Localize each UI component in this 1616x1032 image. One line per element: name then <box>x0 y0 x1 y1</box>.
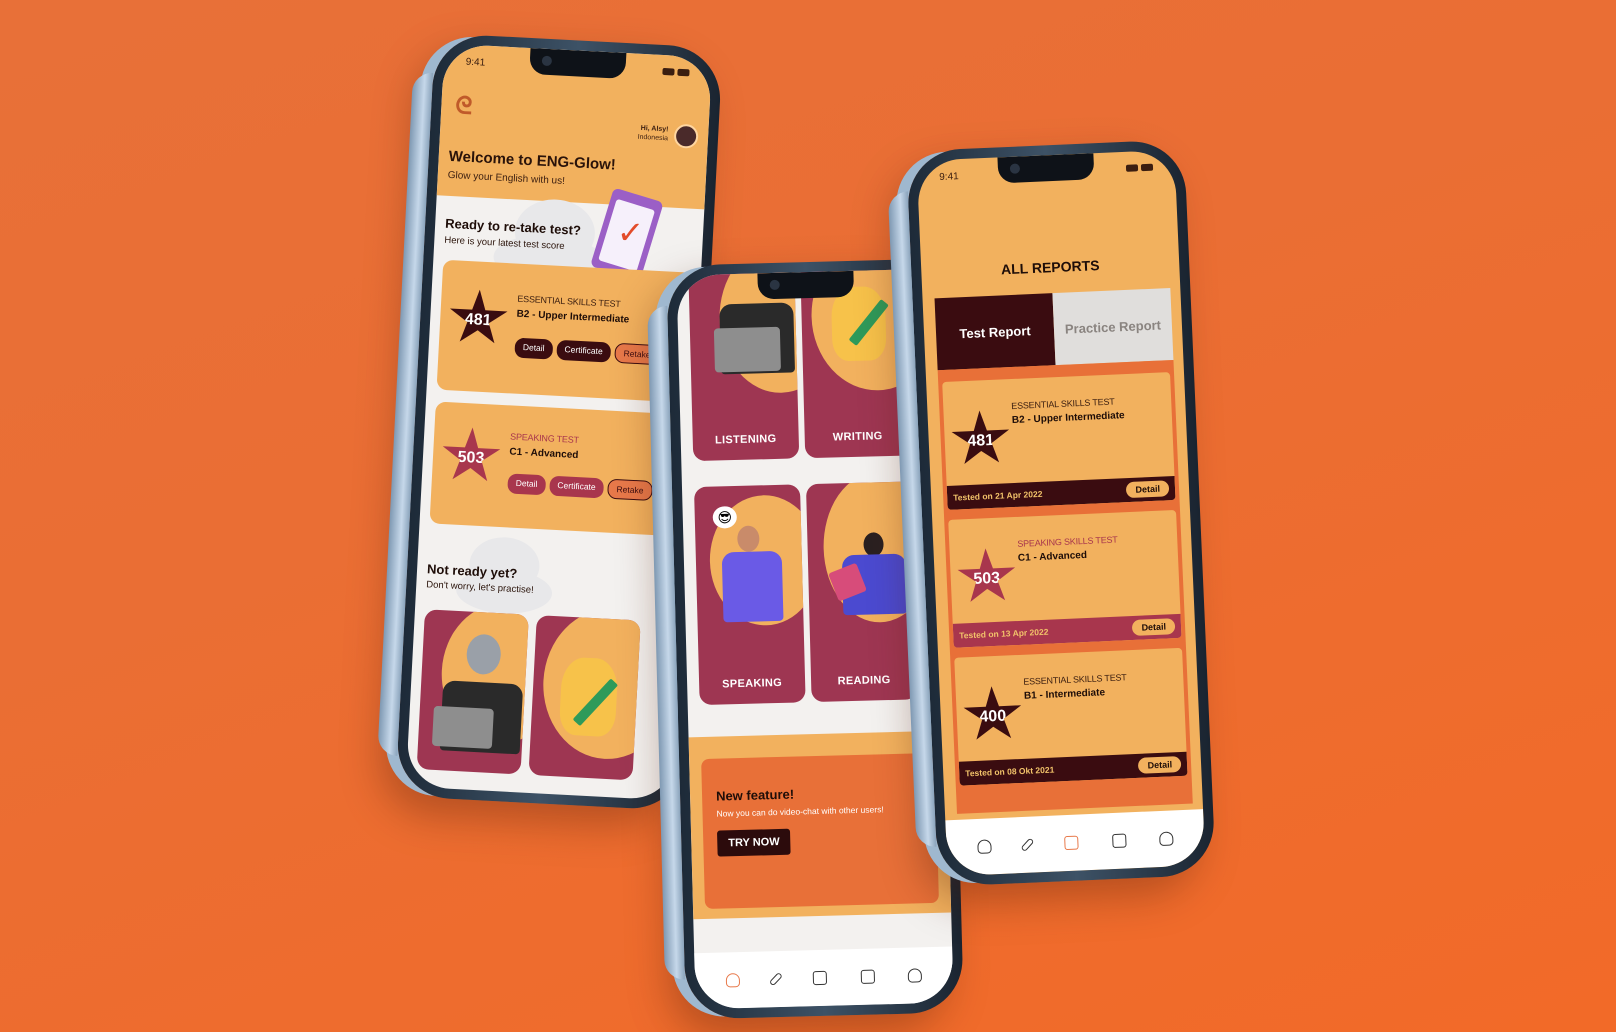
detail-button[interactable]: Detail <box>1132 618 1176 636</box>
chat-icon[interactable] <box>1111 833 1127 849</box>
score-value: 481 <box>967 431 995 451</box>
score-star: 503 <box>440 426 503 487</box>
tile-label: SPEAKING <box>722 676 783 691</box>
test-name: SPEAKING TEST <box>509 431 580 446</box>
writing-hand-illustration <box>830 286 887 362</box>
tile-label: WRITING <box>832 430 883 444</box>
app-logo-icon[interactable]: ᘓ <box>455 92 473 121</box>
reports-screen: 9:41 ALL REPORTS Test Report Practice Re… <box>916 149 1206 877</box>
clipboard-check-icon[interactable] <box>1064 835 1079 851</box>
new-feature-card: New feature! Now you can do video-chat w… <box>701 752 939 909</box>
score-value: 481 <box>464 310 492 330</box>
detail-button[interactable]: Detail <box>514 337 554 360</box>
user-greeting: Hi, Alsy! Indonesia <box>637 124 668 144</box>
test-level: B1 - Intermediate <box>1023 687 1106 702</box>
bottom-nav <box>945 809 1206 877</box>
avatar[interactable] <box>673 123 699 149</box>
tab-practice-report[interactable]: Practice Report <box>1052 288 1174 366</box>
certificate-button[interactable]: Certificate <box>555 339 612 363</box>
score-star: 481 <box>447 288 510 349</box>
pen-icon[interactable] <box>769 971 784 987</box>
profile-icon[interactable] <box>1159 831 1174 847</box>
report-card[interactable]: 503 SPEAKING SKILLS TEST C1 - Advanced T… <box>948 509 1182 648</box>
report-footer: Tested on 08 Okt 2021 Detail <box>958 751 1188 786</box>
practice-tile-writing[interactable] <box>528 615 641 781</box>
detail-button[interactable]: Detail <box>1138 756 1182 774</box>
status-time: 9:41 <box>465 56 486 69</box>
report-tabs: Test Report Practice Report <box>934 288 1174 371</box>
feature-title: New feature! <box>715 786 795 804</box>
test-date: Tested on 08 Okt 2021 <box>965 764 1055 779</box>
home-icon[interactable] <box>725 973 740 988</box>
home-icon[interactable] <box>976 839 992 854</box>
detail-button[interactable]: Detail <box>1126 480 1170 499</box>
page-title: ALL REPORTS <box>1000 257 1100 278</box>
profile-icon[interactable] <box>907 968 923 983</box>
feature-text: Now you can do video-chat with other use… <box>716 804 884 819</box>
welcome-subtitle: Glow your English with us! <box>447 169 566 187</box>
score-value: 503 <box>457 448 485 468</box>
phone-reports: 9:41 ALL REPORTS Test Report Practice Re… <box>906 139 1216 887</box>
welcome-title: Welcome to ENG-Glow! <box>448 147 617 174</box>
test-date: Tested on 13 Apr 2022 <box>959 626 1049 641</box>
country-text: Indonesia <box>637 133 669 143</box>
score-card[interactable]: 503 SPEAKING TEST C1 - Advanced Detail C… <box>429 401 686 537</box>
score-actions: Detail Certificate Retake <box>514 337 661 366</box>
test-level: B2 - Upper Intermediate <box>1011 410 1125 427</box>
notch <box>757 270 855 300</box>
test-name: ESSENTIAL SKILLS TEST <box>1011 396 1115 412</box>
test-date: Tested on 21 Apr 2022 <box>953 488 1043 503</box>
score-value: 400 <box>979 707 1007 726</box>
test-level: C1 - Advanced <box>1017 549 1088 564</box>
practice-tile-reading[interactable]: READING <box>805 481 918 703</box>
writing-hand-illustration <box>558 656 619 738</box>
detail-button[interactable]: Detail <box>507 473 546 496</box>
tile-label: READING <box>837 674 891 688</box>
score-star: 503 <box>955 547 1017 608</box>
status-time: 9:41 <box>939 171 959 183</box>
retake-button[interactable]: Retake <box>607 478 653 501</box>
clipboard-check-icon[interactable] <box>812 970 828 986</box>
tab-test-report[interactable]: Test Report <box>934 293 1056 371</box>
report-card[interactable]: 400 ESSENTIAL SKILLS TEST B1 - Intermedi… <box>954 647 1188 786</box>
test-name: ESSENTIAL SKILLS TEST <box>1023 672 1127 687</box>
status-icons <box>1123 163 1154 178</box>
test-name: SPEAKING SKILLS TEST <box>1017 534 1118 549</box>
checkmark-icon: ✓ <box>616 213 645 252</box>
certificate-button[interactable]: Certificate <box>548 475 605 499</box>
report-card[interactable]: 481 ESSENTIAL SKILLS TEST B2 - Upper Int… <box>942 372 1176 510</box>
chat-icon[interactable] <box>860 969 875 984</box>
bottom-nav <box>694 946 954 1010</box>
practice-tile-listening[interactable] <box>416 609 529 775</box>
score-star: 481 <box>949 409 1011 470</box>
score-actions: Detail Certificate Retake <box>507 473 653 501</box>
try-now-button[interactable]: TRY NOW <box>716 828 791 857</box>
test-name: ESSENTIAL SKILLS TEST <box>517 293 621 310</box>
report-footer: Tested on 13 Apr 2022 Detail <box>952 613 1182 648</box>
report-footer: Tested on 21 Apr 2022 Detail <box>946 476 1176 510</box>
practice-tile-speaking[interactable]: 😎 SPEAKING <box>693 484 806 706</box>
pen-icon[interactable] <box>1020 837 1035 852</box>
status-icons <box>659 67 690 83</box>
score-star: 400 <box>962 685 1024 746</box>
score-value: 503 <box>973 569 1001 588</box>
tile-label: LISTENING <box>714 432 777 447</box>
report-list: 481 ESSENTIAL SKILLS TEST B2 - Upper Int… <box>937 359 1193 814</box>
test-level: B2 - Upper Intermediate <box>516 308 630 326</box>
test-level: C1 - Advanced <box>509 446 579 462</box>
